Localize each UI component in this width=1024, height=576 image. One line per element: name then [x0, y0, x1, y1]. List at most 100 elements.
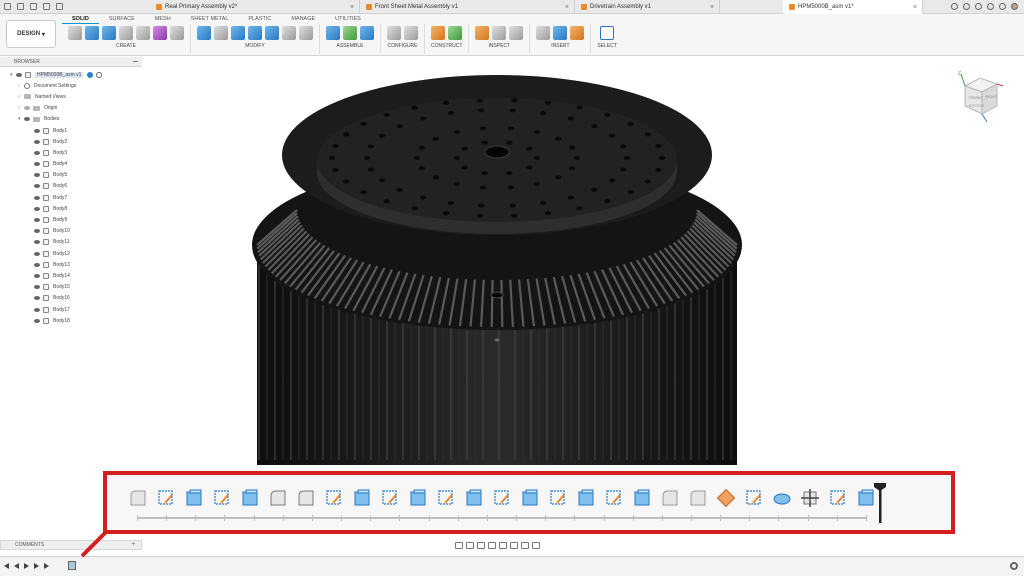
create-more-icon[interactable]: [170, 26, 184, 40]
timeline-feature-extrude-icon[interactable]: [857, 489, 875, 507]
timeline-feature-extrude-icon[interactable]: [633, 489, 651, 507]
shell-icon[interactable]: [231, 26, 245, 40]
visibility-eye-icon[interactable]: [16, 72, 22, 77]
tree-body-row[interactable]: Body11: [0, 237, 142, 248]
new-tab-icon[interactable]: [951, 3, 958, 10]
viewcube-face-bottom[interactable]: BOTTOM: [969, 104, 984, 108]
measure-icon[interactable]: [475, 26, 490, 40]
timeline-feature-extrude-icon[interactable]: [409, 489, 427, 507]
visibility-eye-icon[interactable]: [34, 307, 40, 312]
look-at-icon[interactable]: [466, 541, 474, 549]
notifications-icon[interactable]: [987, 3, 994, 10]
tree-body-row[interactable]: Body2: [0, 136, 142, 147]
inspect-menu-label[interactable]: INSPECT: [489, 43, 511, 49]
extensions-icon[interactable]: [963, 3, 970, 10]
file-icon[interactable]: [17, 3, 24, 10]
tree-body-row[interactable]: Body15: [0, 282, 142, 293]
insert-derive-icon[interactable]: [536, 26, 551, 40]
as-built-joint-icon[interactable]: [360, 26, 374, 40]
grid-settings-icon[interactable]: [521, 541, 529, 549]
hole-icon[interactable]: [119, 26, 133, 40]
viewcube-face-right[interactable]: RIGHT: [985, 94, 998, 99]
timeline-feature-sketch-icon[interactable]: [493, 489, 511, 507]
tab-plastic[interactable]: PLASTIC: [238, 15, 281, 24]
insert-mcmaster-icon[interactable]: [570, 26, 585, 40]
tab-sheet-metal[interactable]: SHEET METAL: [181, 15, 239, 24]
play-icon[interactable]: [24, 563, 29, 569]
offset-face-icon[interactable]: [265, 26, 279, 40]
timeline-feature-sketch-icon[interactable]: [437, 489, 455, 507]
timeline-feature-mini[interactable]: [68, 561, 76, 570]
timeline-settings-icon[interactable]: [1010, 562, 1018, 570]
close-icon[interactable]: ×: [350, 4, 354, 11]
close-icon[interactable]: ×: [710, 4, 714, 11]
timeline-feature-sketch-icon[interactable]: [549, 489, 567, 507]
timeline-feature-extrude-icon[interactable]: [465, 489, 483, 507]
offset-plane-icon[interactable]: [431, 26, 446, 40]
visibility-eye-icon[interactable]: [34, 218, 40, 223]
viewcube-face-front[interactable]: FRONT: [969, 95, 983, 100]
visibility-eye-icon[interactable]: [34, 184, 40, 189]
tree-body-row[interactable]: Body17: [0, 304, 142, 315]
combine-icon[interactable]: [248, 26, 262, 40]
collapse-icon[interactable]: [133, 61, 138, 62]
pattern-icon[interactable]: [136, 26, 150, 40]
avatar[interactable]: [1011, 3, 1018, 10]
section-analysis-icon[interactable]: [509, 26, 524, 40]
save-icon[interactable]: [30, 3, 37, 10]
visibility-eye-icon[interactable]: [34, 285, 40, 290]
go-to-start-icon[interactable]: [4, 563, 9, 569]
timeline-feature-sketch-icon[interactable]: [213, 489, 231, 507]
new-sketch-icon[interactable]: [68, 26, 82, 40]
go-to-end-icon[interactable]: [44, 563, 49, 569]
joint-icon[interactable]: [343, 26, 357, 40]
visibility-eye-icon[interactable]: [34, 173, 40, 178]
display-settings-icon[interactable]: [510, 541, 518, 549]
document-tab-2[interactable]: Front Sheet Metal Assembly v1 ×: [360, 0, 575, 14]
timeline-feature-extrude-icon[interactable]: [577, 489, 595, 507]
configure-menu-label[interactable]: CONFIGURE: [388, 43, 418, 49]
select-menu-label[interactable]: SELECT: [597, 43, 616, 49]
tree-body-row[interactable]: Body4: [0, 159, 142, 170]
tab-utilities[interactable]: UTILITIES: [325, 15, 371, 24]
undo-icon[interactable]: [43, 3, 50, 10]
visibility-eye-icon[interactable]: [34, 240, 40, 245]
insert-canvas-icon[interactable]: [553, 26, 568, 40]
visibility-eye-icon[interactable]: [24, 117, 30, 122]
timeline-feature-sketch-icon[interactable]: [745, 489, 763, 507]
timeline-feature-extrude-icon[interactable]: [521, 489, 539, 507]
viewports-icon[interactable]: [532, 541, 540, 549]
new-component-icon[interactable]: [326, 26, 340, 40]
tree-body-row[interactable]: Body12: [0, 248, 142, 259]
fit-icon[interactable]: [499, 541, 507, 549]
visibility-eye-icon[interactable]: [34, 195, 40, 200]
create-menu-label[interactable]: CREATE: [116, 43, 136, 49]
move-icon[interactable]: [282, 26, 296, 40]
assemble-menu-label[interactable]: ASSEMBLE: [337, 43, 364, 49]
timeline-feature-sketch-icon[interactable]: [325, 489, 343, 507]
viewcube[interactable]: FRONT RIGHT BOTTOM Z: [955, 70, 1005, 126]
visibility-eye-icon[interactable]: [34, 262, 40, 267]
form-icon[interactable]: [153, 26, 167, 40]
tab-mesh[interactable]: MESH: [145, 15, 181, 24]
timeline-feature-sketch-icon[interactable]: [381, 489, 399, 507]
table-icon[interactable]: [404, 26, 418, 40]
timeline-feature-sketch-icon[interactable]: [157, 489, 175, 507]
close-icon[interactable]: ×: [913, 4, 917, 11]
add-comment-icon[interactable]: +: [131, 542, 135, 548]
visibility-eye-icon[interactable]: [34, 128, 40, 133]
document-tab-1[interactable]: Real Primary Assembly v2* ×: [150, 0, 360, 14]
timeline-feature-sketch-icon[interactable]: [829, 489, 847, 507]
tree-root[interactable]: ▾ HPM5000B_asm v1: [0, 69, 142, 80]
visibility-eye-icon[interactable]: [34, 162, 40, 167]
visibility-eye-icon[interactable]: [24, 106, 30, 111]
tree-item-origin[interactable]: › Origin: [0, 103, 142, 114]
help-icon[interactable]: [999, 3, 1006, 10]
comments-panel[interactable]: COMMENTS +: [0, 540, 142, 550]
redo-icon[interactable]: [56, 3, 63, 10]
grid-menu-icon[interactable]: [4, 3, 11, 10]
pan-icon[interactable]: [477, 541, 485, 549]
timeline-feature-fillet-icon[interactable]: [129, 489, 147, 507]
tree-body-row[interactable]: Body1: [0, 125, 142, 136]
tree-body-row[interactable]: Body8: [0, 203, 142, 214]
